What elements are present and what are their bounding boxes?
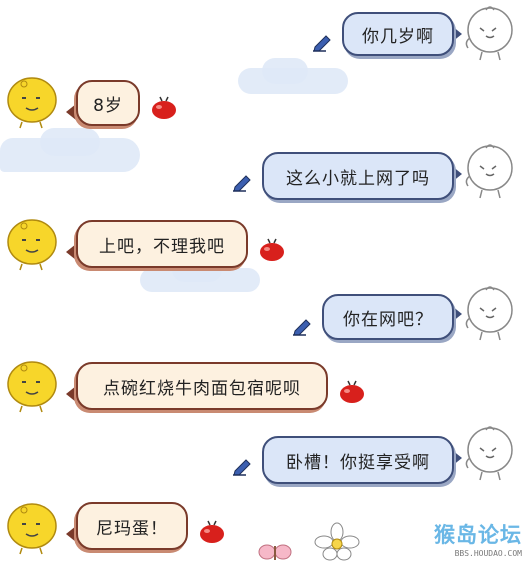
cloud-decoration <box>0 138 140 172</box>
yellow-chick-avatar-icon <box>4 500 60 560</box>
message-text: 你几岁啊 <box>362 26 434 47</box>
cloud-decoration <box>238 68 348 94</box>
pencil-icon <box>232 456 254 480</box>
grey-chick-avatar-icon <box>462 424 518 488</box>
message-bubble-bot: 点碗红烧牛肉面包宿呢呗 <box>76 362 328 410</box>
yellow-chick-avatar-icon <box>4 358 60 418</box>
cloud-decoration <box>140 268 260 292</box>
butterfly-decoration <box>258 542 292 566</box>
message-text: 尼玛蛋！ <box>96 518 168 539</box>
watermark: 猴岛论坛 BBS.HOUDAO.COM <box>434 519 522 558</box>
bubble-tail <box>66 386 76 402</box>
grey-chick-avatar-icon <box>462 4 518 68</box>
yellow-chick-avatar-icon <box>4 74 60 134</box>
watermark-url: BBS.HOUDAO.COM <box>454 549 522 558</box>
message-bubble-me: 你在网吧？ <box>322 294 454 340</box>
message-text: 点碗红烧牛肉面包宿呢呗 <box>103 378 301 399</box>
message-bubble-bot: 尼玛蛋！ <box>76 502 188 550</box>
message-bubble-me: 你几岁啊 <box>342 12 454 56</box>
yellow-chick-avatar-icon <box>4 216 60 276</box>
bubble-tail <box>66 104 76 120</box>
pencil-icon <box>312 32 334 56</box>
bubble-tail <box>66 244 76 260</box>
watermark-logo: 猴岛论坛 <box>434 524 522 547</box>
message-bubble-me: 这么小就上网了吗 <box>262 152 454 200</box>
flower-decoration <box>312 522 362 566</box>
red-apple-icon <box>198 520 226 548</box>
grey-chick-avatar-icon <box>462 284 518 348</box>
message-bubble-me: 卧槽！你挺享受啊 <box>262 436 454 484</box>
pencil-icon <box>292 316 314 340</box>
red-apple-icon <box>150 96 178 124</box>
pencil-icon <box>232 172 254 196</box>
red-apple-icon <box>338 380 366 408</box>
bubble-tail <box>66 526 76 542</box>
message-bubble-bot: 8岁 <box>76 80 140 126</box>
message-bubble-bot: 上吧，不理我吧 <box>76 220 248 268</box>
message-text: 8岁 <box>93 95 123 116</box>
grey-chick-avatar-icon <box>462 142 518 206</box>
message-text: 这么小就上网了吗 <box>286 168 430 189</box>
message-text: 上吧，不理我吧 <box>99 236 225 257</box>
message-text: 你在网吧？ <box>343 309 433 330</box>
red-apple-icon <box>258 238 286 266</box>
message-text: 卧槽！你挺享受啊 <box>286 452 430 473</box>
